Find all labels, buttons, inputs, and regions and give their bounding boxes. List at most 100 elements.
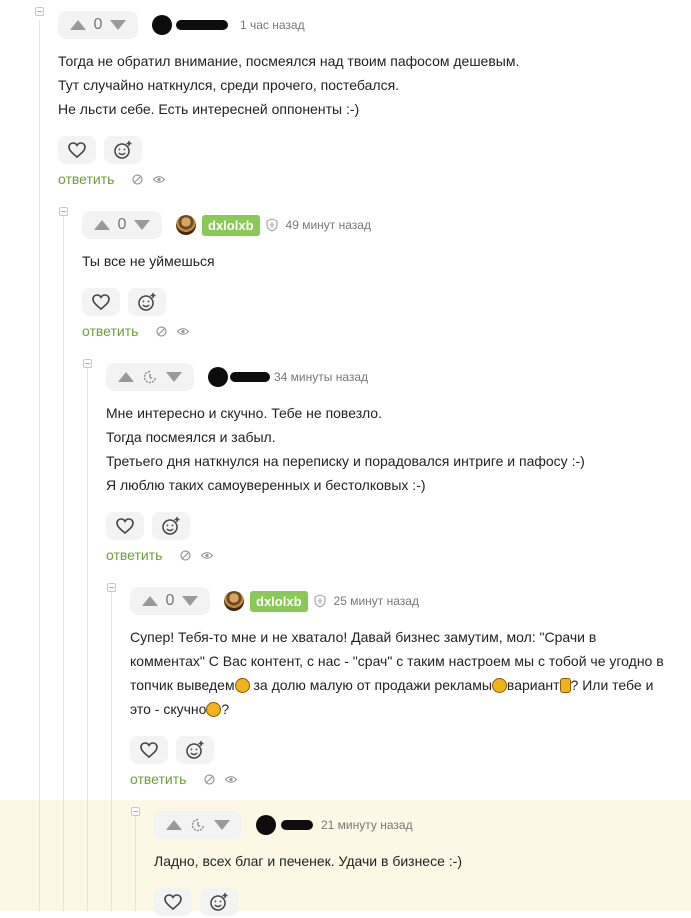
like-button[interactable] [106,512,144,540]
collapse-thread-button[interactable] [35,7,44,16]
add-reaction-button[interactable] [128,288,166,316]
add-emoji-icon [210,893,228,911]
comment-header: 21 минуту назад [154,811,674,839]
comment-time[interactable]: 21 минуту назад [321,818,413,832]
username-badge[interactable]: dxlolxb [250,590,308,612]
redacted-username [176,20,228,30]
comment-line: Тут случайно наткнулся, среди прочего, п… [58,77,400,93]
reply-row: ответить [106,545,681,565]
yum-emoji-icon [206,702,222,717]
reply-link[interactable]: ответить [130,771,186,787]
reply-link[interactable]: ответить [106,547,162,563]
rating-widget: 0 [82,211,162,239]
rating-score: 0 [165,592,175,609]
eye-icon[interactable] [225,775,238,784]
eye-icon[interactable] [153,175,166,184]
comment-text: Супер! Тебя-то мне и не хватало! Давай б… [130,625,665,721]
text-part: за долю малую от продажи рекламы [249,677,492,693]
downvote-button[interactable] [162,363,186,391]
downvote-button[interactable] [106,11,130,39]
downvote-button[interactable] [210,811,234,839]
collapse-thread-button[interactable] [83,359,92,368]
comment: 0 dxlolxb 25 минут назад Супер! Тебя-то … [130,587,675,789]
upvote-button[interactable] [162,811,186,839]
downvote-button[interactable] [130,211,154,239]
rating-widget: 0 [130,587,210,615]
like-button[interactable] [154,888,192,916]
rating-widget: 0 [58,11,138,39]
eye-icon[interactable] [201,551,214,560]
reply-row: ответить [58,169,678,189]
rock-hand-emoji-icon [559,678,571,693]
reply-link[interactable]: ответить [82,323,138,339]
block-icon[interactable] [156,325,168,337]
heart-icon [140,742,158,758]
comment-header: 0 dxlolxb 25 минут назад [130,587,675,615]
collapse-thread-button[interactable] [59,207,68,216]
upvote-button[interactable] [90,211,114,239]
comment-time[interactable]: 25 минут назад [334,594,419,608]
avatar[interactable] [224,591,244,611]
add-emoji-icon [138,293,156,311]
add-reaction-button[interactable] [176,736,214,764]
comment-actions [82,288,678,318]
avatar[interactable] [176,215,196,235]
avatar[interactable] [208,367,228,387]
arrow-up-icon [118,372,134,382]
arrow-up-icon [142,596,158,606]
block-icon[interactable] [132,173,144,185]
comment-actions [130,736,675,766]
add-reaction-button[interactable] [200,888,238,916]
arrow-up-icon [70,20,86,30]
username-badge[interactable]: dxlolxb [202,214,260,236]
arrow-down-icon [182,596,198,606]
heart-icon [68,142,86,158]
thread-line [135,816,136,911]
add-reaction-button[interactable] [152,512,190,540]
add-emoji-icon [186,741,204,759]
like-button[interactable] [130,736,168,764]
upvote-button[interactable] [138,587,162,615]
heart-icon [164,894,182,910]
eye-icon[interactable] [177,327,190,336]
comment-actions [106,512,681,542]
block-icon[interactable] [204,773,216,785]
clock-icon [138,370,162,384]
block-icon[interactable] [180,549,192,561]
add-emoji-icon [162,517,180,535]
arrow-down-icon [134,220,150,230]
comment-body: Ты все не уймешься [82,249,678,273]
rating-widget [106,363,194,391]
rating-score: 0 [93,16,103,33]
collapse-thread-button[interactable] [131,807,140,816]
redacted-username [281,820,313,830]
reply-link[interactable]: ответить [58,171,114,187]
arrow-up-icon [94,220,110,230]
like-button[interactable] [82,288,120,316]
upvote-button[interactable] [66,11,90,39]
comment-time[interactable]: 34 минуты назад [274,370,368,384]
comment-line: Тогда посмеялся и забыл. [106,429,276,445]
arrow-up-icon [166,820,182,830]
comment: 34 минуты назад Мне интересно и скучно. … [106,363,681,565]
heart-icon [116,518,134,534]
text-part: вариант [506,677,560,693]
avatar[interactable] [256,815,276,835]
collapse-thread-button[interactable] [107,583,116,592]
downvote-button[interactable] [178,587,202,615]
rating-widget [154,811,242,839]
comment-line: Мне интересно и скучно. Тебе не повезло. [106,405,382,421]
like-button[interactable] [58,136,96,164]
comment-time[interactable]: 1 час назад [240,18,305,32]
thread-line [87,368,88,911]
rating-score: 0 [117,216,127,233]
comment: 0 1 час назад Тогда не обратил внимание,… [58,11,678,189]
comment-header: 0 dxlolxb 49 минут назад [82,211,678,239]
avatar[interactable] [152,15,172,35]
thread-line [111,592,112,911]
comment-line: Тогда не обратил внимание, посмеялся над… [58,53,520,69]
comment-line: Ты все не уймешься [82,253,215,269]
comment-time[interactable]: 49 минут назад [286,218,371,232]
add-reaction-button[interactable] [104,136,142,164]
upvote-button[interactable] [114,363,138,391]
